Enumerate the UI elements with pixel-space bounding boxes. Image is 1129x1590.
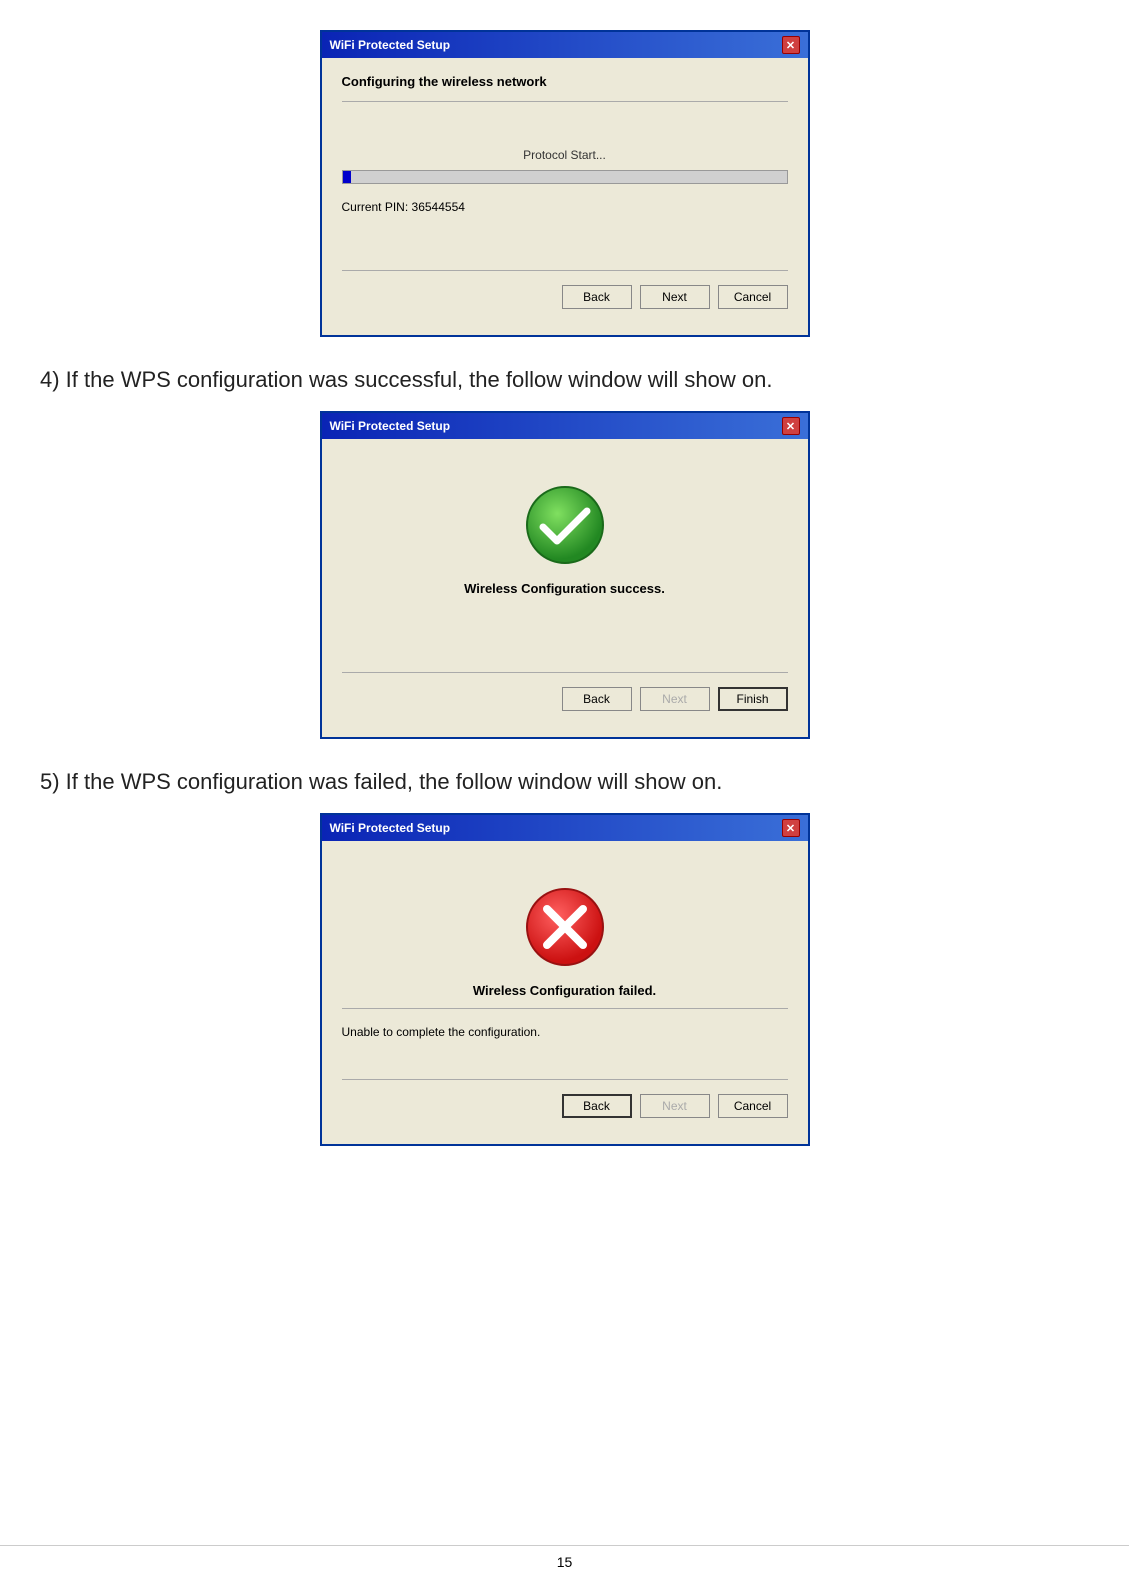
dialog1-next-button[interactable]: Next: [640, 285, 710, 309]
dialog3-close-button[interactable]: ✕: [782, 819, 800, 837]
dialog3-main-text: Wireless Configuration failed.: [342, 983, 788, 998]
dialog3-titlebar: WiFi Protected Setup ✕: [322, 815, 808, 841]
dialog2-icon-area: [342, 455, 788, 581]
dialog2-finish-button[interactable]: Finish: [718, 687, 788, 711]
dialog3-footer-sep: [342, 1079, 788, 1080]
dialog3-next-button[interactable]: Next: [640, 1094, 710, 1118]
dialog3-back-button[interactable]: Back: [562, 1094, 632, 1118]
instruction2-text: 4) If the WPS configuration was successf…: [40, 367, 1089, 393]
dialog1-title: WiFi Protected Setup: [330, 38, 451, 52]
dialog3-title: WiFi Protected Setup: [330, 821, 451, 835]
dialog1-separator: [342, 101, 788, 102]
dialog3-buttons: Back Next Cancel: [342, 1090, 788, 1128]
dialog1-pin: Current PIN: 36544554: [342, 200, 788, 214]
failure-icon: [525, 887, 605, 967]
dialog1-cancel-button[interactable]: Cancel: [718, 285, 788, 309]
dialog3-separator: [342, 1008, 788, 1009]
dialog2: WiFi Protected Setup ✕ Wireless Confi: [320, 411, 810, 739]
dialog1-body: Configuring the wireless network Protoco…: [322, 58, 808, 335]
dialog2-title: WiFi Protected Setup: [330, 419, 451, 433]
dialog1-buttons: Back Next Cancel: [342, 281, 788, 319]
dialog2-next-button[interactable]: Next: [640, 687, 710, 711]
instruction3-text: 5) If the WPS configuration was failed, …: [40, 769, 1089, 795]
dialog1-close-button[interactable]: ✕: [782, 36, 800, 54]
dialog1-back-button[interactable]: Back: [562, 285, 632, 309]
page-number: 15: [557, 1554, 573, 1570]
dialog2-back-button[interactable]: Back: [562, 687, 632, 711]
dialog1-titlebar: WiFi Protected Setup ✕: [322, 32, 808, 58]
dialog3-wrapper: WiFi Protected Setup ✕ Wir: [40, 813, 1089, 1146]
dialog1-heading: Configuring the wireless network: [342, 74, 788, 89]
dialog3-body: Wireless Configuration failed. Unable to…: [322, 841, 808, 1144]
dialog2-close-button[interactable]: ✕: [782, 417, 800, 435]
dialog2-wrapper: WiFi Protected Setup ✕ Wireless Confi: [40, 411, 1089, 739]
page-footer: 15: [0, 1545, 1129, 1570]
dialog2-footer-sep: [342, 672, 788, 673]
dialog1-footer-sep: [342, 270, 788, 271]
dialog3-icon-area: [342, 857, 788, 983]
dialog1: WiFi Protected Setup ✕ Configuring the w…: [320, 30, 810, 337]
dialog1-progress-fill: [343, 171, 351, 183]
dialog2-body: Wireless Configuration success. Back Nex…: [322, 439, 808, 737]
dialog2-buttons: Back Next Finish: [342, 683, 788, 721]
dialog3-sub-text: Unable to complete the configuration.: [342, 1025, 788, 1039]
dialog1-protocol-text: Protocol Start...: [342, 148, 788, 162]
success-icon: [525, 485, 605, 565]
dialog3-cancel-button[interactable]: Cancel: [718, 1094, 788, 1118]
dialog2-main-text: Wireless Configuration success.: [342, 581, 788, 596]
dialog1-wrapper: WiFi Protected Setup ✕ Configuring the w…: [40, 30, 1089, 337]
dialog1-progress-bar: [342, 170, 788, 184]
dialog2-titlebar: WiFi Protected Setup ✕: [322, 413, 808, 439]
dialog3: WiFi Protected Setup ✕ Wir: [320, 813, 810, 1146]
